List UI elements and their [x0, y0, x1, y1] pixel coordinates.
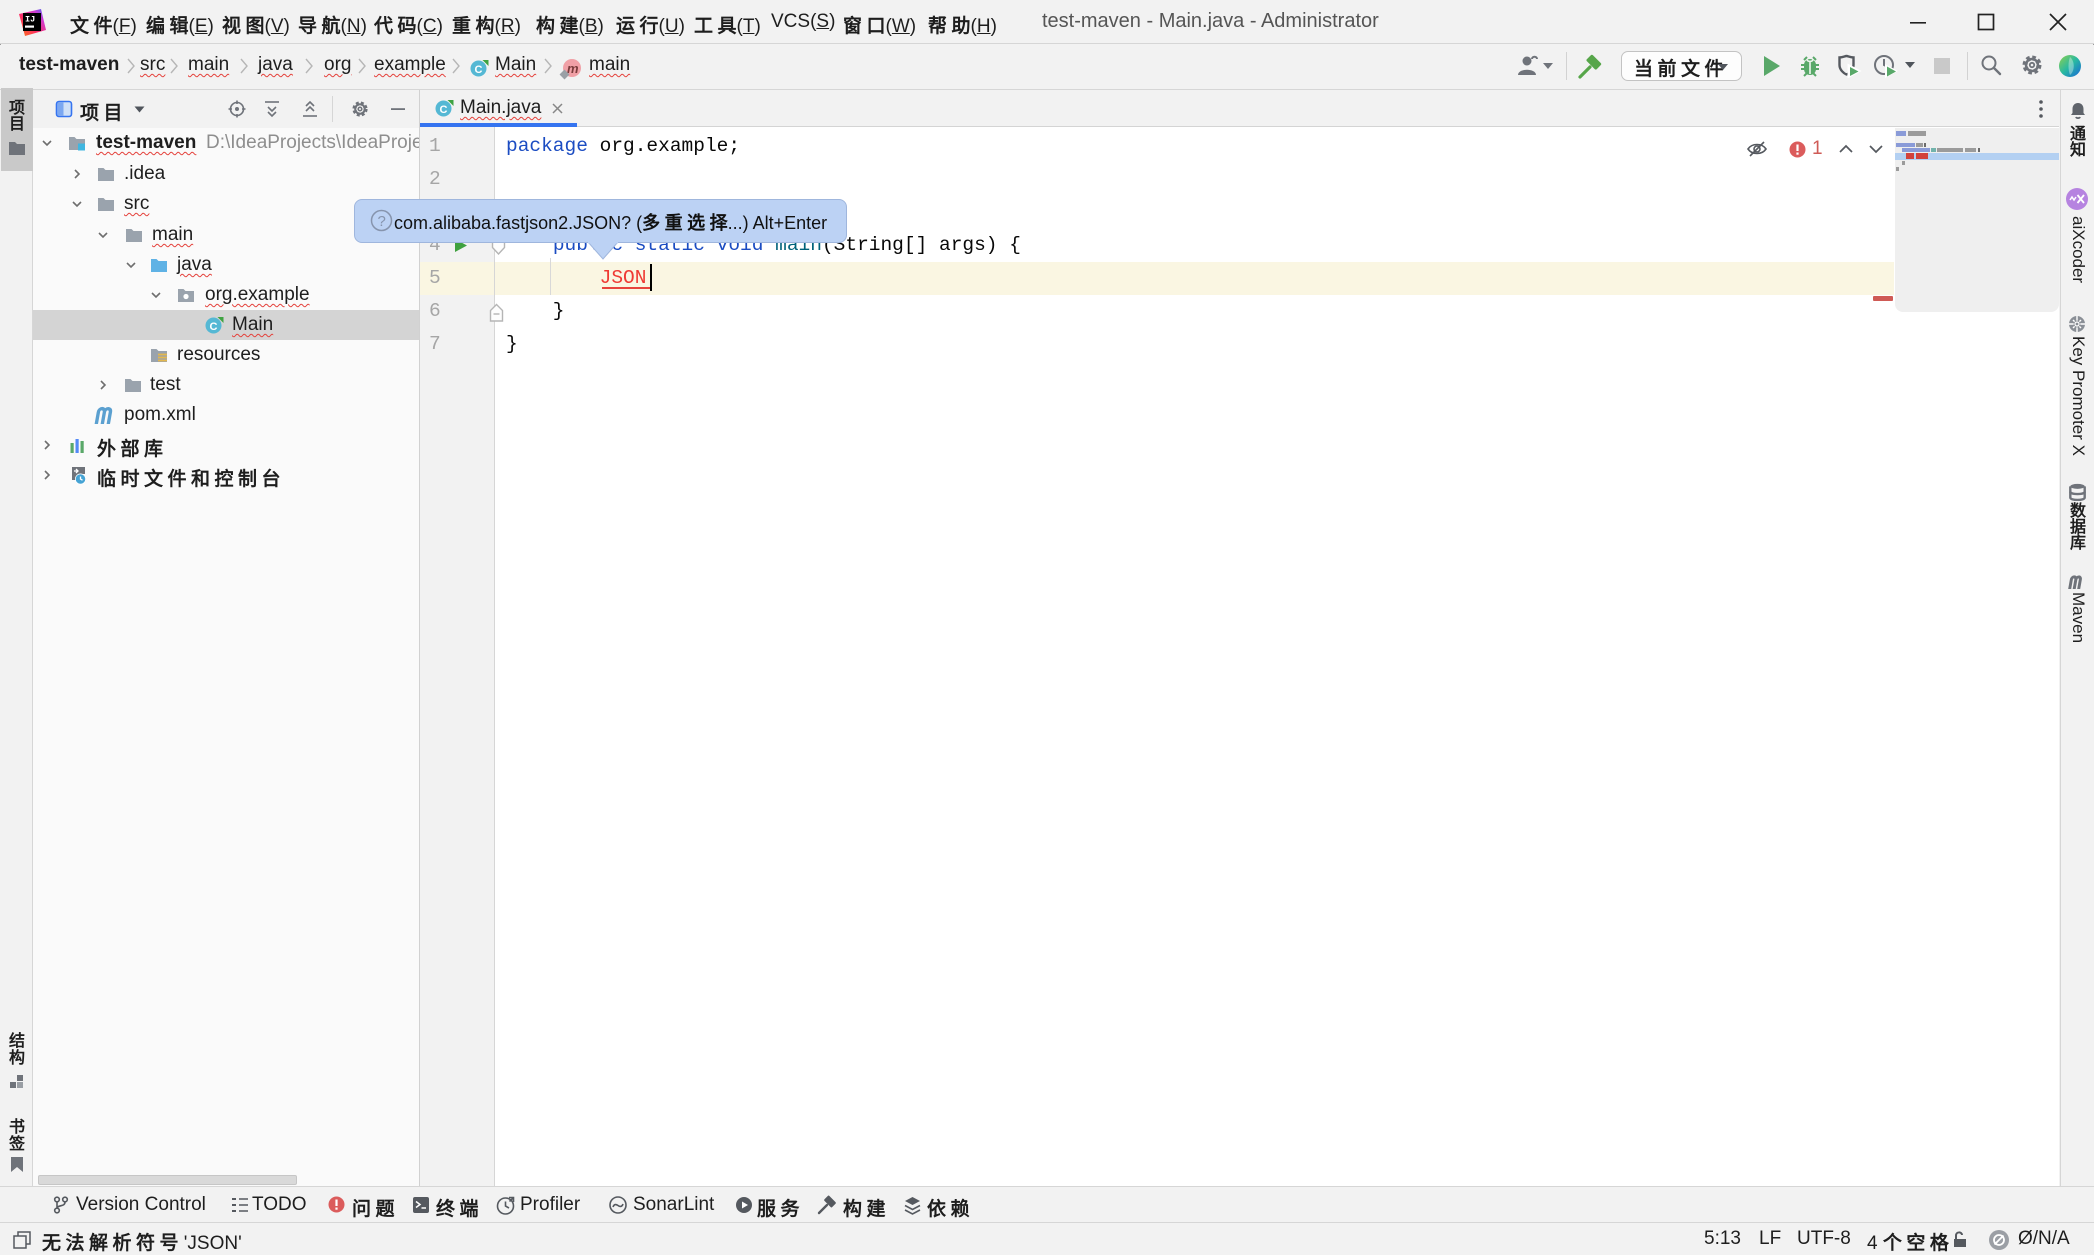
svg-text:m: m [567, 61, 579, 76]
svg-text:?: ? [378, 213, 386, 230]
svg-text:IJ: IJ [25, 15, 35, 25]
svg-text:C: C [210, 321, 218, 333]
svg-text:C: C [440, 104, 448, 116]
svg-text:C: C [475, 64, 483, 76]
